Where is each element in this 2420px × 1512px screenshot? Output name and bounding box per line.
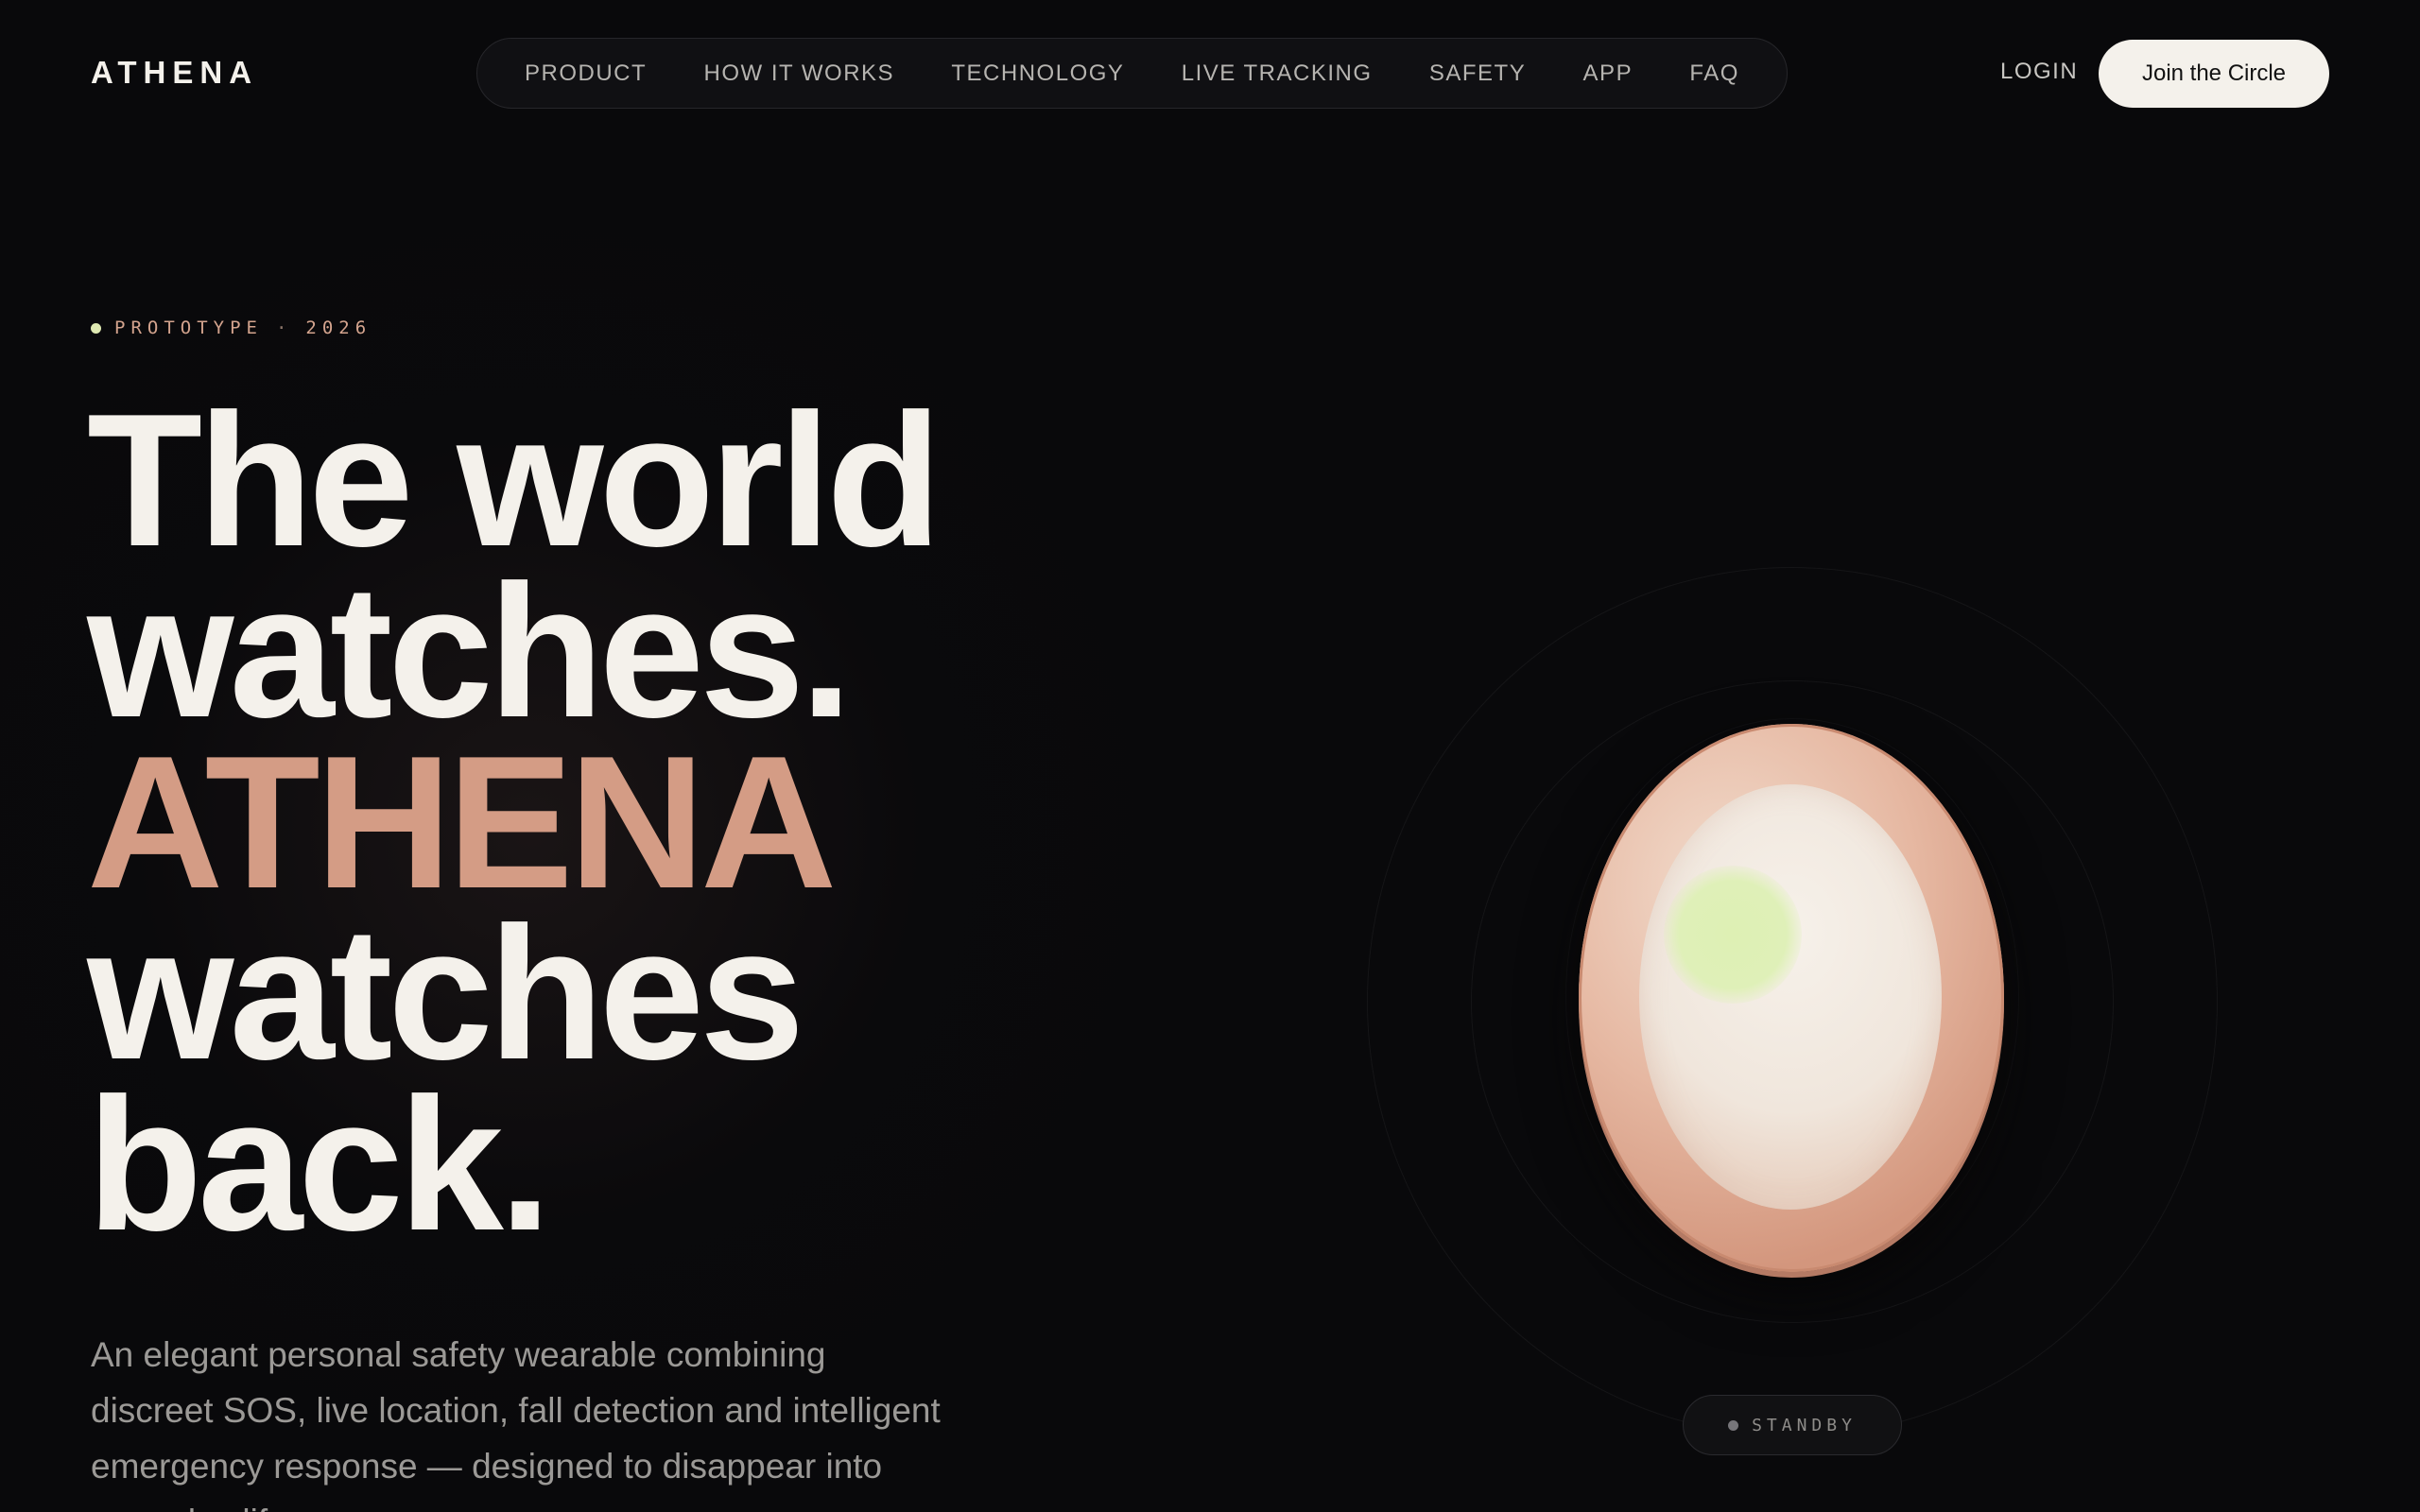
hero-headline: The world watches. ATHENA watches back. [87,375,1127,1270]
nav-item-product[interactable]: PRODUCT [525,60,647,87]
device-led-icon [1664,866,1802,1004]
headline-line-1: The world [87,375,942,586]
headline-line-4: watches [87,888,804,1099]
eyebrow-tag: PROTOTYPE · 2026 [91,318,372,338]
join-circle-button[interactable]: Join the Circle [2099,40,2329,108]
nav-item-app[interactable]: APP [1583,60,1634,87]
main-nav: PRODUCT HOW IT WORKS TECHNOLOGY LIVE TRA… [476,38,1788,109]
login-link[interactable]: LOGIN [2000,59,2078,85]
eyebrow-year: 2026 [305,318,372,338]
nav-item-how-it-works[interactable]: HOW IT WORKS [704,60,895,87]
eyebrow-label: PROTOTYPE [114,318,263,338]
status-dot-icon [91,322,101,334]
landing-page: ATHENA PRODUCT HOW IT WORKS TECHNOLOGY L… [0,0,2420,1512]
standby-dot-icon [1728,1419,1739,1431]
hero-description: An elegant personal safety wearable comb… [91,1335,941,1512]
device-face [1639,784,1942,1210]
headline-line-5: back. [87,1059,551,1270]
headline-brand-line: ATHENA [87,717,837,928]
nav-item-faq[interactable]: FAQ [1689,60,1739,87]
headline-line-2: watches. [87,546,853,757]
nav-item-live-tracking[interactable]: LIVE TRACKING [1182,60,1373,87]
device-status-label: STANDBY [1752,1415,1857,1435]
nav-item-safety[interactable]: SAFETY [1429,60,1526,87]
brand-logo[interactable]: ATHENA [91,55,258,91]
eyebrow-separator: · [275,318,293,338]
device-status-badge: STANDBY [1683,1395,1902,1455]
nav-item-technology[interactable]: TECHNOLOGY [951,60,1124,87]
